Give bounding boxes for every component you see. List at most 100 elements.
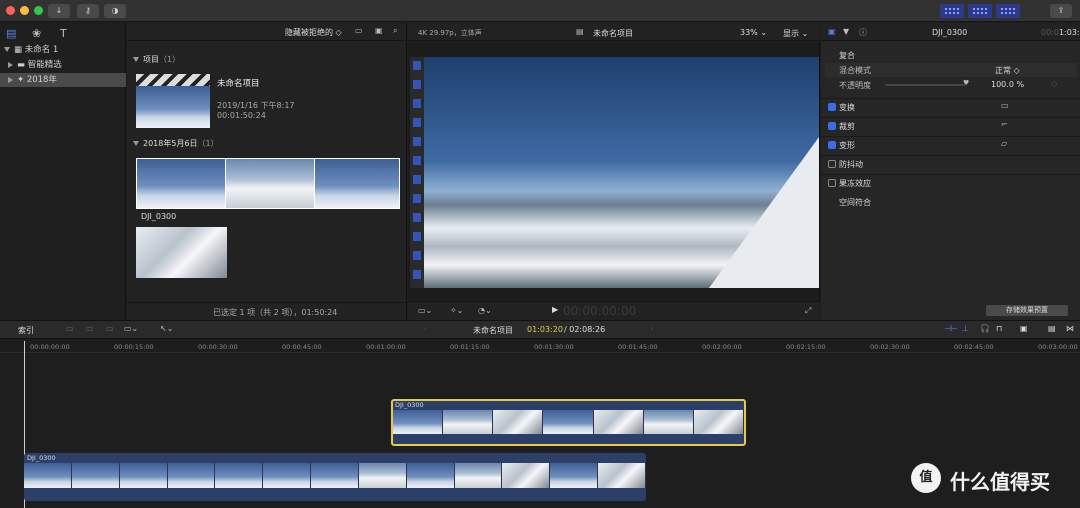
fullscreen-icon[interactable]: ⤢ <box>805 306 811 316</box>
share-button[interactable]: ⇪ <box>1050 4 1072 18</box>
project-thumbnail[interactable] <box>136 74 210 128</box>
filter-inspector-icon[interactable]: ▼ <box>843 27 849 36</box>
ruler-tick-label: 00:02:15:00 <box>786 343 826 351</box>
save-effects-preset-button[interactable]: 存储效果预置 <box>986 305 1068 316</box>
sidebar-item-library[interactable]: ▦ 未命名 1 <box>0 43 126 57</box>
sidebar-item-smart-collections[interactable]: ▬ 智能精选 <box>0 58 126 72</box>
timeline-current-time: 01:03:20 <box>527 325 563 334</box>
back-arrow-icon[interactable]: ‹ <box>424 324 427 333</box>
ruler-tick-label: 00:02:30:00 <box>870 343 910 351</box>
display-dropdown[interactable]: 显示 ⌄ <box>783 28 808 39</box>
photos-icon[interactable]: ❀ <box>32 27 41 40</box>
effect-row-crop[interactable]: 裁剪 ⌐ <box>821 117 1080 133</box>
clip-appearance-icon[interactable]: ▭ <box>355 26 363 35</box>
clapboard-icon[interactable]: ▤ <box>6 27 16 40</box>
sidebar-item-2018[interactable]: ✦ 2018年 <box>0 73 126 87</box>
section-projects-header[interactable]: 项目（1） <box>133 54 180 64</box>
composite-section[interactable]: 复合 <box>839 50 855 61</box>
video-inspector-icon[interactable]: ▣ <box>828 27 836 36</box>
forward-arrow-icon[interactable]: › <box>650 324 653 333</box>
blend-mode-dropdown[interactable]: 正常 ◇ <box>995 65 1020 76</box>
timeline-toolbar: 索引 ▭ ▭ ▭ ▭⌄ ↖⌄ ‹ 未命名项目 01:03:20 / 02:08:… <box>0 320 1080 339</box>
browser-layout-button[interactable] <box>940 4 964 18</box>
timeline-ruler[interactable]: 00:00:00:00 00:00:15:00 00:00:30:00 00:0… <box>0 339 1080 353</box>
effect-row-transform[interactable]: 变换 ▭ <box>821 98 1080 114</box>
skimming-icon[interactable]: ⊣⊢ <box>944 324 958 333</box>
spatial-conform-section[interactable]: 空间符合 <box>839 197 871 208</box>
stabilization-checkbox[interactable] <box>828 160 836 168</box>
headphones-icon[interactable]: 🎧 <box>980 324 990 333</box>
viewer: 4K 29.97p，立体声 ▤ 未命名项目 33% ⌄ 显示 ⌄ ▭⌄ ✧⌄ ◔… <box>408 23 820 320</box>
index-button[interactable]: 索引 <box>18 325 34 336</box>
timeline-clip-primary[interactable]: DJI_0300 <box>24 453 646 501</box>
crop-tool-icon[interactable]: ▭⌄ <box>418 306 432 315</box>
effect-row-distort[interactable]: 变形 ▱ <box>821 136 1080 152</box>
clip-filmstrip-selected[interactable] <box>136 158 400 209</box>
project-duration: 00:01:50:24 <box>217 111 266 120</box>
close-window-button[interactable] <box>6 6 15 15</box>
ruler-tick-label: 00:00:45:00 <box>282 343 322 351</box>
viewer-controls: ▭⌄ ✧⌄ ◔⌄ ▶ 00:00:00:00 ⤢ <box>408 301 820 320</box>
background-tasks-button[interactable]: ◑ <box>104 4 126 18</box>
ruler-tick-label: 00:01:00:00 <box>366 343 406 351</box>
distort-checkbox[interactable] <box>828 141 836 149</box>
ruler-tick-label: 00:00:30:00 <box>198 343 238 351</box>
enhance-tool-icon[interactable]: ✧⌄ <box>450 306 463 315</box>
transform-checkbox[interactable] <box>828 103 836 111</box>
viewer-title: 未命名项目 <box>593 29 633 38</box>
snapping-icon[interactable]: ⊓ <box>996 324 1002 333</box>
speed-tool-icon[interactable]: ◔⌄ <box>478 306 492 315</box>
media-browser: 隐藏被拒绝的 ◇ ▭ ▣ ⌕ 项目（1） 未命名项目 2019/1/16 下午8… <box>127 23 407 320</box>
clip-appearance-icon[interactable]: ▣ <box>1020 324 1028 333</box>
overwrite-clip-icon[interactable]: ▭⌄ <box>124 324 138 333</box>
filter-dropdown[interactable]: 隐藏被拒绝的 ◇ <box>285 27 342 38</box>
timeline-tracks[interactable]: DJI_0300 DJI_0300 值 什么值得买 <box>0 341 1080 508</box>
effect-row-stabilization[interactable]: 防抖动 <box>821 155 1080 171</box>
insert-clip-icon[interactable]: ▭ <box>86 324 94 333</box>
inspector: ▣ ▼ ⓘ DJI_0300 00:01:03:20 复合 混合模式 正常 ◇ … <box>821 23 1080 320</box>
import-button[interactable]: ↓ <box>48 4 70 18</box>
timeline-clip-connected[interactable]: DJI_0300 <box>391 399 746 446</box>
zoom-dropdown[interactable]: 33% ⌄ <box>740 28 767 37</box>
film-sprocket-strip <box>410 57 424 288</box>
connect-clip-icon[interactable]: ▭ <box>66 324 74 333</box>
browser-layout-icon <box>945 8 959 14</box>
select-tool-icon[interactable]: ↖⌄ <box>160 324 173 333</box>
rolling-shutter-checkbox[interactable] <box>828 179 836 187</box>
audio-skimming-icon[interactable]: ⊥ <box>962 324 969 333</box>
clip-filmstrip[interactable] <box>136 227 227 278</box>
mountain-peak <box>709 137 819 288</box>
title-bar: ↓ ⚷ ◑ ⇪ <box>0 0 1080 22</box>
opacity-value[interactable]: 100.0 % <box>991 80 1024 89</box>
timeline-layout-button[interactable] <box>968 4 992 18</box>
minimize-window-button[interactable] <box>20 6 29 15</box>
half-circle-icon: ◑ <box>111 6 119 15</box>
timeline-project-name: 未命名项目 <box>473 326 513 335</box>
opacity-slider[interactable] <box>885 84 965 86</box>
crop-icon[interactable]: ⌐ <box>1001 120 1008 129</box>
crop-checkbox[interactable] <box>828 122 836 130</box>
filmstrip-icon[interactable]: ▣ <box>375 26 383 35</box>
append-clip-icon[interactable]: ▭ <box>106 324 114 333</box>
play-button[interactable]: ▶ <box>552 305 558 314</box>
filmstrip-frame <box>315 159 399 208</box>
info-icon[interactable]: ⓘ <box>859 27 867 38</box>
titles-icon[interactable]: T <box>60 27 67 40</box>
keyframe-icon[interactable]: ◇ <box>1051 79 1057 88</box>
transform-icon[interactable]: ▭ <box>1001 101 1009 110</box>
inspector-layout-button[interactable] <box>996 4 1020 18</box>
ruler-tick-label: 00:00:15:00 <box>114 343 154 351</box>
effect-row-rolling-shutter[interactable]: 果冻效应 <box>821 174 1080 190</box>
effects-browser-icon[interactable]: ▤ <box>1048 324 1056 333</box>
section-event-header[interactable]: 2018年5月6日（1） <box>133 138 219 148</box>
keywords-button[interactable]: ⚷ <box>77 4 99 18</box>
transitions-browser-icon[interactable]: ⋈ <box>1066 324 1074 333</box>
zoom-window-button[interactable] <box>34 6 43 15</box>
browser-status-bar: 已选定 1 项（共 2 项），01:50:24 <box>127 302 407 320</box>
clapboard-icon: ▤ <box>576 27 584 36</box>
format-label: 4K 29.97p，立体声 <box>418 29 482 37</box>
slider-knob-icon[interactable]: ♥ <box>963 79 969 87</box>
share-icon: ⇪ <box>1057 6 1065 15</box>
distort-icon[interactable]: ▱ <box>1001 139 1007 148</box>
search-icon[interactable]: ⌕ <box>393 26 397 36</box>
